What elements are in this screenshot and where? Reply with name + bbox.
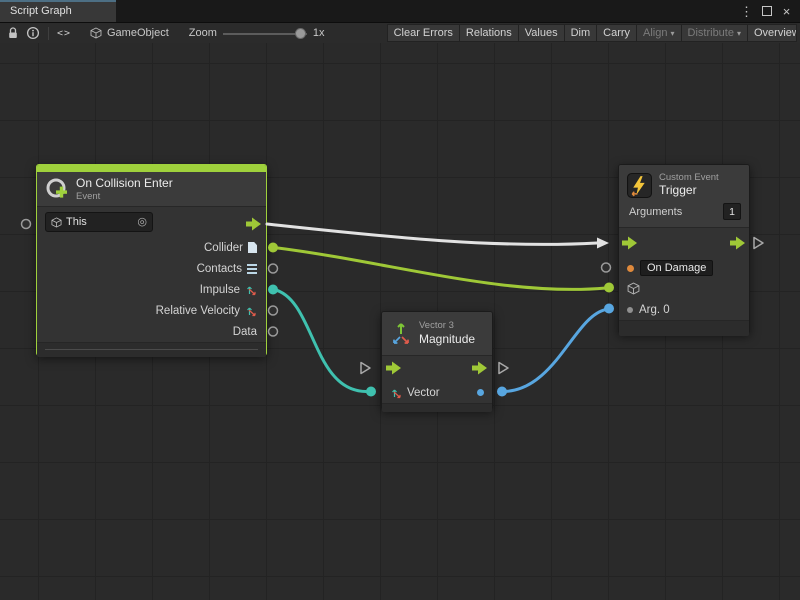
close-icon: × [783,5,791,18]
arguments-count-field[interactable]: 1 [723,203,741,220]
node-titles: On Collision Enter Event [76,176,173,202]
node-header[interactable]: Custom Event Trigger Arguments 1 [619,165,749,228]
vector3-icon [245,305,257,317]
port-row-impulse[interactable]: Impulse [37,279,266,300]
node-header-top: Custom Event Trigger [619,165,749,198]
relations-button[interactable]: Relations [459,24,518,42]
port-row-vector[interactable]: Vector [382,382,492,403]
port-row-contacts[interactable]: Contacts [37,258,266,279]
vector3-icon [390,387,402,399]
arguments-row: Arguments 1 [619,198,749,220]
gameobject-cube-icon [627,282,640,295]
window-close-button[interactable]: × [778,2,795,20]
align-dropdown[interactable]: Align ▾ [636,24,680,42]
carry-button[interactable]: Carry [596,24,636,42]
node-title: Trigger [659,183,719,198]
node-title: Magnitude [419,332,475,347]
distribute-dropdown[interactable]: Distribute ▾ [681,24,747,42]
graph-toolbar: <> GameObject Zoom 1x Clear Errors Relat… [0,23,800,44]
event-name-field[interactable]: On Damage [640,260,713,276]
port-row-data[interactable]: Data [37,321,266,342]
gameobject-cube-icon [51,217,62,228]
node-on-collision-enter[interactable]: On Collision Enter Event This ◎ Collider… [36,164,267,356]
flow-port-row[interactable] [382,356,492,382]
node-titles: Vector 3 Magnitude [419,320,475,346]
toolbar-separator [48,27,49,40]
port-row-event-name[interactable]: On Damage [619,258,749,278]
target-field[interactable]: This ◎ [45,212,153,232]
event-color-strip [37,165,266,172]
contacts-list-icon [247,264,257,274]
zoom-slider-handle[interactable] [295,28,306,39]
node-subtitle: Event [76,191,173,202]
chevron-down-icon: ▾ [737,29,741,38]
target-row: This ◎ [37,207,266,237]
menu-dots-icon: ⋮ [740,5,753,18]
lock-icon [6,26,20,40]
node-header[interactable]: Vector 3 Magnitude [382,312,492,356]
object-picker-icon[interactable]: ◎ [137,217,147,228]
code-view-button[interactable]: <> [54,25,74,42]
event-icon [45,177,69,201]
chevron-down-icon: ▾ [671,29,675,38]
gameobject-label: GameObject [107,27,169,39]
custom-event-bolt-icon [627,173,652,198]
arguments-label: Arguments [629,206,682,218]
node-titles: Custom Event Trigger [659,172,719,198]
gameobject-context[interactable]: GameObject [90,27,169,39]
inspect-button[interactable] [23,25,43,42]
node-vector3-magnitude[interactable]: Vector 3 Magnitude Vector [381,311,493,410]
gameobject-cube-icon [90,27,102,39]
vector3-icon [245,284,257,296]
result-port-dot[interactable] [477,389,484,396]
lock-button[interactable] [3,25,23,42]
port-row-collider[interactable]: Collider [37,237,266,258]
values-button[interactable]: Values [518,24,564,42]
node-footer [37,342,266,357]
maximize-icon [762,6,772,16]
string-port-dot[interactable] [627,265,634,272]
node-type-label: Custom Event [659,172,719,183]
node-header[interactable]: On Collision Enter Event [37,172,266,207]
port-row-relative-velocity[interactable]: Relative Velocity [37,300,266,321]
toolbar-buttons: Clear Errors Relations Values Dim Carry … [387,24,797,42]
zoom-value: 1x [313,27,325,39]
node-footer [619,320,749,336]
port-row-target[interactable] [619,278,749,299]
zoom-label: Zoom [189,27,217,39]
overview-button[interactable]: Overview [747,24,797,42]
collider-doc-icon [248,242,257,253]
window-menu-button[interactable]: ⋮ [738,2,755,20]
clear-errors-button[interactable]: Clear Errors [387,24,459,42]
arg0-port-dot[interactable] [627,307,633,313]
tab-script-graph[interactable]: Script Graph [0,0,116,22]
info-icon [26,26,40,40]
node-title: On Collision Enter [76,176,173,191]
node-trigger-custom-event[interactable]: Custom Event Trigger Arguments 1 On Dama… [618,164,750,334]
tab-label: Script Graph [10,5,72,17]
tab-bar: Script Graph ⋮ × [0,0,800,23]
zoom-slider[interactable] [223,28,307,39]
flow-port-row[interactable] [619,228,749,258]
node-type-label: Vector 3 [419,320,475,331]
dim-button[interactable]: Dim [564,24,597,42]
vector3-magnitude-icon [390,321,412,347]
code-icon: <> [57,28,71,39]
target-value: This [66,216,87,228]
port-row-arg0[interactable]: Arg. 0 [619,299,749,320]
window-buttons: ⋮ × [738,0,800,22]
unity-script-graph-window: Script Graph ⋮ × [0,0,800,600]
node-footer [382,403,492,412]
window-maximize-button[interactable] [758,2,775,20]
